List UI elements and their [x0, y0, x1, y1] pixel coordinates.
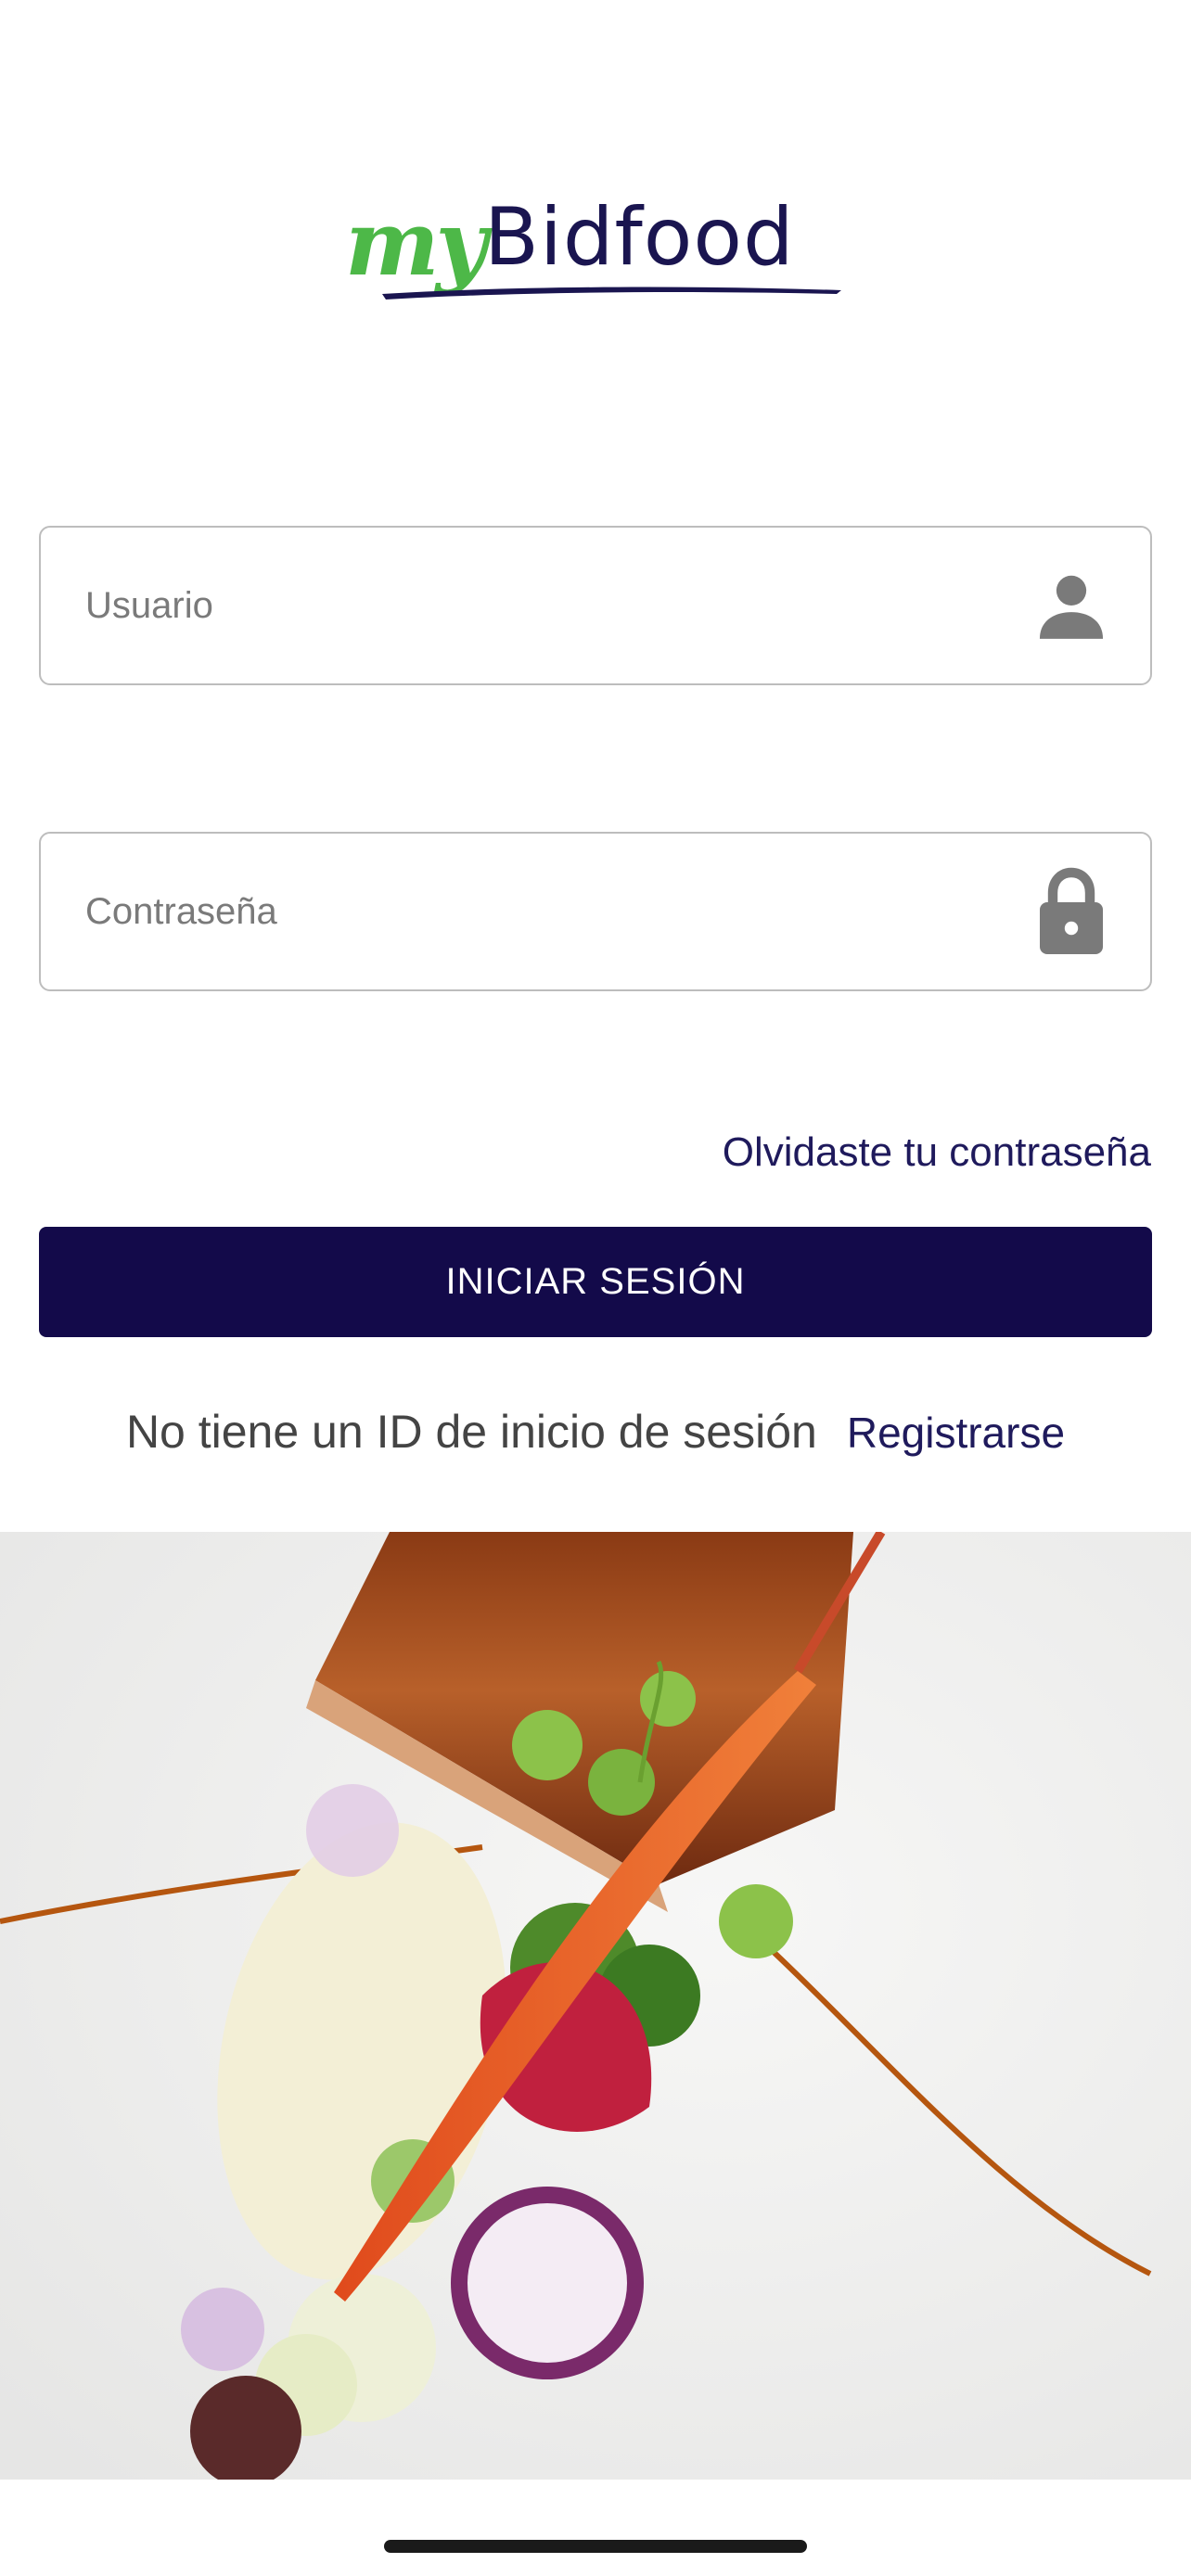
- home-indicator[interactable]: [384, 2540, 807, 2553]
- food-photo: [0, 1532, 1191, 2480]
- login-screen: my Bidfood Olvidaste tu contraseña INICI…: [0, 0, 1191, 2576]
- logo-brand: Bidfood: [484, 191, 795, 284]
- register-row: No tiene un ID de inicio de sesión Regis…: [0, 1405, 1191, 1459]
- password-input[interactable]: [85, 890, 1030, 933]
- person-icon: [1030, 559, 1113, 652]
- login-button[interactable]: INICIAR SESIÓN: [39, 1227, 1152, 1337]
- username-field[interactable]: [39, 526, 1152, 685]
- logo-swoosh: [382, 287, 841, 300]
- forgot-password-link[interactable]: Olvidaste tu contraseña: [723, 1129, 1151, 1176]
- register-prompt: No tiene un ID de inicio de sesión: [125, 1406, 817, 1458]
- lock-icon: [1030, 865, 1113, 958]
- register-link[interactable]: Registrarse: [847, 1408, 1065, 1458]
- username-input[interactable]: [85, 584, 1030, 627]
- password-field[interactable]: [39, 832, 1152, 991]
- mybidfood-logo: my Bidfood: [345, 190, 846, 320]
- logo-prefix: my: [345, 191, 487, 296]
